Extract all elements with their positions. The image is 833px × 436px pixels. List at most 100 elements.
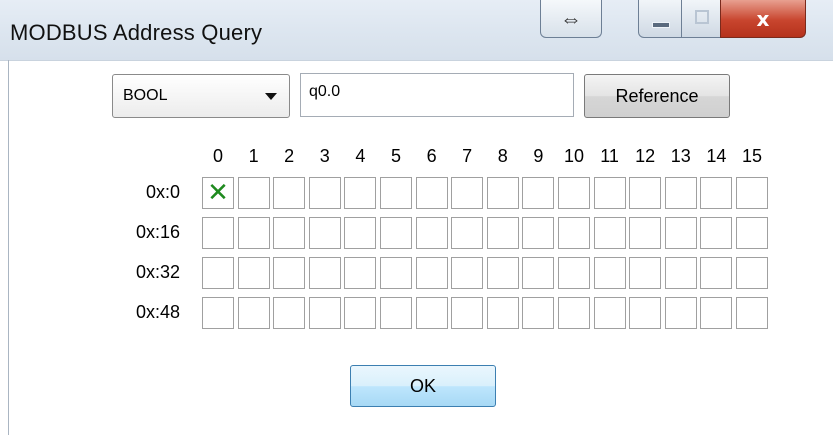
bit-cell[interactable] [202,297,234,329]
bit-cell[interactable] [380,177,412,209]
row-label: 0x:0 [145,182,180,202]
chevron-down-icon[interactable] [265,93,277,100]
bit-cell[interactable] [237,177,270,209]
bit-cell[interactable] [664,257,697,289]
reference-button-label: Reference [615,85,699,106]
bit-cell[interactable] [664,177,697,209]
column-header: 4 [355,146,366,166]
type-select[interactable]: BOOL [112,74,290,118]
bit-cell[interactable] [629,257,662,289]
bit-cell[interactable] [558,177,590,209]
bit-cell[interactable] [558,297,590,329]
bit-cell[interactable] [664,217,697,249]
bit-cell[interactable] [593,217,626,249]
ok-button[interactable]: OK [350,365,496,407]
bit-cell[interactable] [593,257,626,289]
column-header: 2 [284,146,295,166]
bit-cell[interactable] [629,217,662,249]
bit-cell[interactable] [273,257,306,289]
bit-cell[interactable] [700,297,733,329]
bit-cell[interactable] [700,177,733,209]
address-input[interactable] [300,73,574,117]
bit-cell[interactable] [486,257,519,289]
reference-button[interactable]: Reference [584,74,730,118]
bit-cell[interactable] [522,217,555,249]
bit-cell[interactable] [736,177,768,209]
bit-cell[interactable] [273,217,306,249]
bit-cell[interactable] [451,177,484,209]
bit-cell[interactable] [308,177,341,209]
bit-cell[interactable] [273,297,306,329]
bit-cell[interactable] [522,297,555,329]
bit-cell[interactable] [202,257,234,289]
column-header: 12 [635,146,656,166]
column-header: 7 [462,146,473,166]
bit-cell[interactable] [486,217,519,249]
row-label: 0x:32 [135,262,180,282]
bit-cell[interactable] [558,257,590,289]
bit-cell[interactable] [451,297,484,329]
bit-cell[interactable] [700,257,733,289]
bit-cell[interactable] [629,297,662,329]
bit-cell[interactable] [202,217,234,249]
column-header: 5 [390,146,401,166]
column-header: 11 [600,146,619,166]
bit-cell[interactable] [736,297,768,329]
column-header: 8 [497,146,508,166]
close-icon: x [756,6,770,31]
column-header: 14 [706,146,727,166]
window-title: MODBUS Address Query [10,20,263,45]
column-header: 10 [563,146,585,166]
column-header: 1 [248,146,259,166]
bit-cell[interactable] [308,297,341,329]
row-label: 0x:16 [135,222,180,242]
bit-cell[interactable] [700,217,733,249]
maximize-button[interactable] [681,0,721,38]
bit-cell[interactable] [344,177,377,209]
minimize-button[interactable] [638,0,682,38]
bit-cell[interactable] [486,297,519,329]
bit-cell[interactable] [237,257,270,289]
column-header: 15 [741,146,763,166]
type-select-value: BOOL [123,87,168,104]
bit-cell[interactable] [308,257,341,289]
bit-cell[interactable] [451,257,484,289]
check-x-icon: ✕ [207,178,229,208]
column-header: 13 [670,146,691,166]
row-label: 0x:48 [135,302,180,322]
bit-cell[interactable]: ✕ [202,177,234,209]
bit-cell[interactable] [629,177,662,209]
bit-cell[interactable] [308,217,341,249]
bit-cell[interactable] [344,217,377,249]
bit-cell[interactable] [558,217,590,249]
bit-cell[interactable] [380,297,412,329]
title-bar: MODBUS Address Query ⇔ x [0,0,833,60]
bit-cell[interactable] [380,257,412,289]
bit-cell[interactable] [415,177,448,209]
bit-cell[interactable] [273,177,306,209]
bit-cell[interactable] [486,177,519,209]
close-button[interactable]: x [720,0,806,38]
bit-cell[interactable] [736,257,768,289]
bit-cell[interactable] [415,257,448,289]
bit-cell[interactable] [736,217,768,249]
ok-button-label: OK [409,375,436,396]
resize-button[interactable]: ⇔ [540,0,602,38]
bit-cell[interactable] [237,217,270,249]
bit-cell[interactable] [237,297,270,329]
bit-cell[interactable] [415,217,448,249]
bit-cell[interactable] [380,217,412,249]
bit-cell[interactable] [593,297,626,329]
bit-cell[interactable] [344,257,377,289]
bit-cell[interactable] [664,297,697,329]
column-header: 0 [212,146,223,166]
bit-cell[interactable] [593,177,626,209]
bit-cell[interactable] [522,257,555,289]
bit-cell[interactable] [344,297,377,329]
resize-arrows-icon: ⇔ [560,5,582,31]
bit-cell[interactable] [451,217,484,249]
bit-cell[interactable] [522,177,555,209]
column-header: 6 [426,146,437,166]
column-header: 9 [533,146,544,166]
bit-cell[interactable] [415,297,448,329]
